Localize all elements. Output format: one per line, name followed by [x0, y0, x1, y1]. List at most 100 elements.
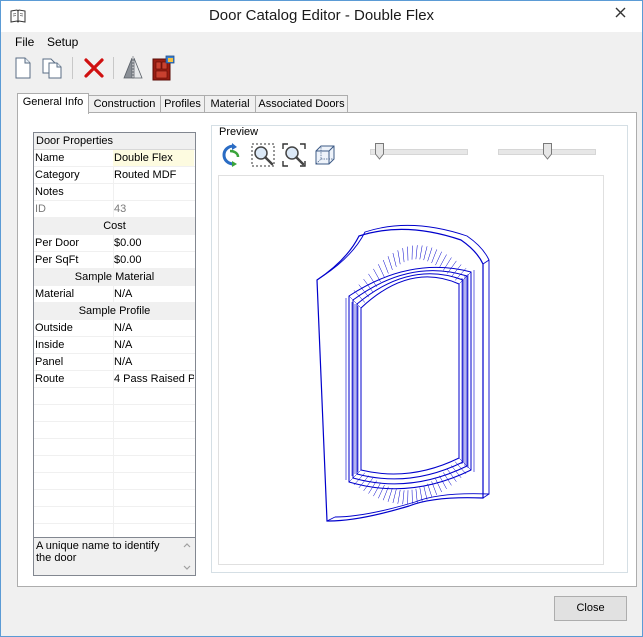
- property-row-empty: [34, 405, 195, 422]
- wireframe-line: [423, 246, 428, 261]
- wireframe-line: [397, 250, 401, 265]
- property-name: Panel: [34, 354, 114, 370]
- property-row-empty: [34, 422, 195, 439]
- property-row-empty: [34, 507, 195, 524]
- wireframe-line: [373, 268, 381, 283]
- property-row-panel[interactable]: Panel N/A: [34, 354, 195, 371]
- property-value[interactable]: N/A: [113, 337, 194, 353]
- tab-profiles[interactable]: Profiles: [160, 95, 205, 113]
- slider-thumb[interactable]: [375, 143, 385, 160]
- 3d-view-icon: [315, 145, 335, 165]
- mirror-button[interactable]: [120, 55, 146, 81]
- property-category-cost[interactable]: Cost: [34, 218, 195, 235]
- wireframe-line: [427, 483, 433, 498]
- wireframe-line: [435, 478, 442, 493]
- property-name: Inside: [34, 337, 114, 353]
- property-row-empty: [34, 439, 195, 456]
- property-value[interactable]: $0.00: [113, 252, 194, 268]
- preview-viewport[interactable]: [218, 175, 604, 565]
- property-category-sample-profile[interactable]: Sample Profile: [34, 303, 195, 320]
- property-value[interactable]: $0.00: [113, 235, 194, 251]
- zoom-window-button[interactable]: [250, 142, 276, 168]
- wireframe-line: [402, 490, 405, 505]
- wireframe-line: [348, 267, 472, 490]
- new-button[interactable]: [10, 55, 36, 81]
- door-catalog-button[interactable]: [150, 55, 176, 81]
- property-grid[interactable]: Door Properties Name Double Flex Categor…: [33, 132, 196, 554]
- property-value[interactable]: Double Flex: [113, 150, 194, 166]
- wireframe-line: [446, 260, 457, 274]
- new-document-icon: [15, 57, 31, 79]
- tab-material[interactable]: Material: [204, 95, 256, 113]
- property-value[interactable]: N/A: [113, 320, 194, 336]
- menu-file[interactable]: File: [15, 35, 34, 49]
- wireframe-line: [378, 484, 385, 499]
- wireframe-line: [419, 245, 423, 260]
- property-value[interactable]: N/A: [113, 354, 194, 370]
- general-info-panel: Door Properties Name Double Flex Categor…: [17, 112, 637, 587]
- wireframe-line: [368, 273, 377, 287]
- property-value[interactable]: N/A: [113, 286, 194, 302]
- property-value[interactable]: [113, 184, 194, 200]
- wireframe-line: [392, 252, 397, 267]
- property-row-empty: [34, 456, 195, 473]
- tab-label: General Info: [22, 96, 84, 108]
- menu-setup[interactable]: Setup: [47, 35, 78, 49]
- tab-label: Material: [210, 98, 250, 110]
- wireframe-line: [378, 264, 385, 278]
- wireframe-line: [356, 273, 464, 480]
- wireframe-line: [415, 245, 418, 260]
- preview-slider-1[interactable]: [370, 143, 468, 160]
- preview-label: Preview: [217, 126, 261, 138]
- tab-label: Profiles: [164, 98, 201, 110]
- preview-slider-2[interactable]: [498, 143, 596, 160]
- property-row-material[interactable]: Material N/A: [34, 286, 195, 303]
- wireframe-line: [402, 248, 405, 263]
- tab-associated-doors[interactable]: Associated Doors: [255, 95, 348, 113]
- property-row-outside[interactable]: Outside N/A: [34, 320, 195, 337]
- property-value[interactable]: Routed MDF: [113, 167, 194, 183]
- property-name: Outside: [34, 320, 114, 336]
- property-row-notes[interactable]: Notes: [34, 184, 195, 201]
- property-value[interactable]: 4 Pass Raised Panel: [113, 371, 194, 387]
- tab-general-info[interactable]: General Info: [17, 93, 89, 114]
- property-row-per-sqft[interactable]: Per SqFt $0.00: [34, 252, 195, 269]
- property-row-empty: [34, 388, 195, 405]
- property-row-name[interactable]: Name Double Flex: [34, 150, 195, 167]
- toolbar-separator: [72, 57, 73, 79]
- property-row-per-door[interactable]: Per Door $0.00: [34, 235, 195, 252]
- wireframe-line: [387, 488, 393, 502]
- zoom-window-icon: [251, 143, 275, 167]
- title-bar: Door Catalog Editor - Double Flex: [1, 1, 642, 32]
- scroll-down-icon: [183, 565, 191, 570]
- property-row-inside[interactable]: Inside N/A: [34, 337, 195, 354]
- tab-construction[interactable]: Construction: [88, 95, 161, 113]
- slider-thumb[interactable]: [542, 143, 552, 160]
- property-name: Route: [34, 371, 114, 387]
- 3d-view-button[interactable]: [312, 142, 338, 168]
- wireframe-line: [360, 276, 460, 475]
- property-row-id: ID 43: [34, 201, 195, 218]
- copy-button[interactable]: [39, 55, 65, 81]
- property-name: ID: [34, 201, 114, 217]
- wireframe-line: [427, 247, 433, 262]
- rotate-button[interactable]: [219, 142, 245, 168]
- door-catalog-editor-window: Door Catalog Editor - Double Flex File S…: [0, 0, 643, 637]
- zoom-extents-button[interactable]: [281, 142, 307, 168]
- property-row-route[interactable]: Route 4 Pass Raised Panel: [34, 371, 195, 388]
- delete-button[interactable]: [81, 55, 107, 81]
- mirror-icon: [123, 56, 143, 80]
- property-grid-header: Door Properties: [34, 133, 195, 150]
- toolbar: [1, 51, 642, 85]
- property-category-sample-material[interactable]: Sample Material: [34, 269, 195, 286]
- property-row-category[interactable]: Category Routed MDF: [34, 167, 195, 184]
- wireframe-line: [353, 290, 366, 303]
- property-name: Per SqFt: [34, 252, 114, 268]
- window-close-button[interactable]: [604, 2, 636, 23]
- wireframe-line: [415, 488, 418, 503]
- description-scrollbar[interactable]: [179, 538, 195, 575]
- menu-bar: File Setup: [1, 33, 642, 51]
- close-button[interactable]: Close: [554, 596, 627, 621]
- copy-document-icon: [42, 58, 62, 79]
- window-title: Door Catalog Editor - Double Flex: [208, 7, 435, 24]
